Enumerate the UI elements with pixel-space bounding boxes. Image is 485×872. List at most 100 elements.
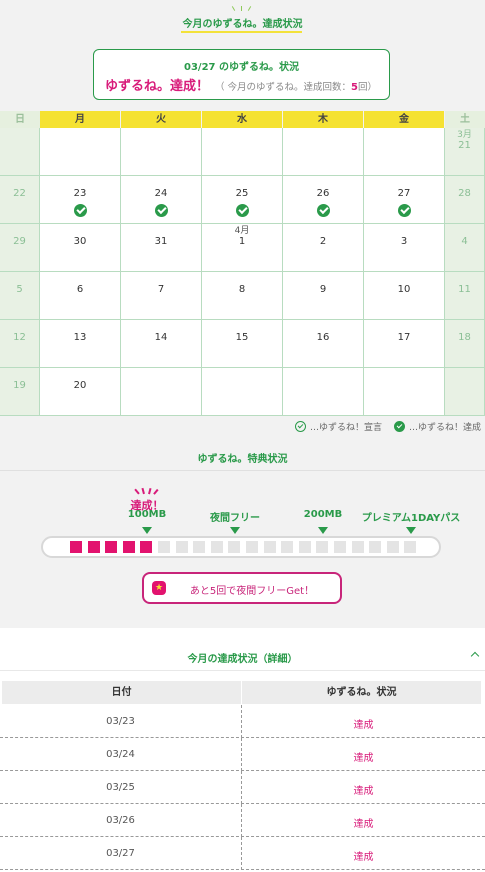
calendar-day <box>283 128 364 176</box>
progress-segment <box>334 541 346 553</box>
progress-segment <box>369 541 382 553</box>
calendar-day: 19 <box>0 368 40 416</box>
day-number: 31 <box>154 236 168 247</box>
calendar-day: 22 <box>0 176 40 224</box>
page-title: 今月のゆずるね。達成状況 <box>182 19 303 30</box>
day-number: 1 <box>238 236 246 247</box>
calendar-day: 27 <box>364 176 445 224</box>
sparkle-icon <box>134 484 159 495</box>
row-date: 03/26 <box>106 815 135 826</box>
calendar-day: 7 <box>121 272 202 320</box>
calendar-day <box>364 128 445 176</box>
day-number: 28 <box>458 188 471 199</box>
divider <box>0 670 485 671</box>
progress-segment <box>140 541 153 553</box>
day-number: 12 <box>13 332 26 343</box>
status-achieved-label: ゆずるね。達成！ <box>105 79 210 94</box>
legend-declared-label: …ゆずるね！宣言 <box>309 423 382 433</box>
column-header-status: ゆずるね。状況 <box>242 681 481 704</box>
progress-segment <box>316 541 329 553</box>
day-number: 19 <box>13 380 26 391</box>
calendar-legend: …ゆずるね！宣言 …ゆずるね！達成 <box>294 420 481 433</box>
row-date: 03/23 <box>106 716 135 727</box>
day-number: 13 <box>73 332 87 343</box>
calendar-day <box>0 128 40 176</box>
achieved-check-icon <box>235 204 249 217</box>
status-count-suffix: 回） <box>358 82 378 93</box>
day-number: 21 <box>458 140 471 151</box>
day-number: 29 <box>13 236 26 247</box>
table-row: 03/26 達成 <box>0 804 485 837</box>
day-number: 10 <box>397 284 411 295</box>
calendar-day: 4 <box>445 224 485 272</box>
day-number: 15 <box>235 332 249 343</box>
month-label: 4月 <box>234 226 250 236</box>
day-number: 23 <box>73 188 87 199</box>
row-date: 03/25 <box>106 782 135 793</box>
weekday-header: 金 <box>364 111 444 128</box>
calendar-day: 4月 1 <box>202 224 283 272</box>
calendar-day <box>445 368 485 416</box>
progress-segment <box>386 541 399 553</box>
calendar-day <box>283 368 364 416</box>
progress-segment <box>228 541 241 553</box>
next-bonus-button[interactable]: ★ あと5回で夜間フリーGet！ <box>142 572 342 604</box>
next-bonus-label: あと5回で夜間フリーGet！ <box>189 586 315 597</box>
status-count: （ 今月のゆずるね。達成回数：5回） <box>215 82 377 93</box>
detail-title[interactable]: 今月の達成状況（詳細） <box>0 650 485 665</box>
status-summary: ゆずるね。達成！ （ 今月のゆずるね。達成回数：5回） <box>105 75 377 94</box>
day-number: 6 <box>76 284 84 295</box>
weekday-header: 日 <box>0 111 40 128</box>
day-number: 20 <box>73 380 87 391</box>
table-row: 03/23 達成 <box>0 705 485 738</box>
progress-segment <box>70 541 82 553</box>
row-status: 達成 <box>353 720 374 731</box>
achieved-check-icon <box>73 204 87 217</box>
calendar-day: 31 <box>121 224 202 272</box>
weekday-header: 月 <box>40 111 120 128</box>
weekday-header: 木 <box>283 111 363 128</box>
milestone-marker-icon <box>142 527 152 534</box>
progress-segment <box>210 541 223 553</box>
weekday-header: 火 <box>121 111 201 128</box>
declared-check-icon <box>294 421 306 432</box>
day-number: 2 <box>319 236 327 247</box>
progress-segment <box>298 541 311 553</box>
calendar-day <box>202 128 283 176</box>
day-number: 18 <box>458 332 471 343</box>
day-number: 22 <box>13 188 26 199</box>
progress-segment <box>193 541 206 553</box>
progress-segment <box>351 541 364 553</box>
row-status: 達成 <box>353 852 374 863</box>
calendar-day <box>202 368 283 416</box>
daily-status-box: 03/27 のゆずるね。状況 ゆずるね。達成！ （ 今月のゆずるね。達成回数：5回… <box>93 49 390 100</box>
day-number: 14 <box>154 332 168 343</box>
progress-segment <box>281 541 294 553</box>
header: 今月のゆずるね。達成状況 <box>0 0 485 40</box>
day-number: 9 <box>319 284 327 295</box>
progress-segment <box>175 541 188 553</box>
divider <box>0 470 485 471</box>
calendar-day: 23 <box>40 176 121 224</box>
table-row: 03/24 達成 <box>0 738 485 771</box>
calendar-day: 13 <box>40 320 121 368</box>
row-status: 達成 <box>353 819 374 830</box>
calendar-day: 26 <box>283 176 364 224</box>
milestone-label: 200MB <box>303 509 343 520</box>
day-number: 4 <box>461 236 468 247</box>
calendar-day: 16 <box>283 320 364 368</box>
status-count-prefix: （ 今月のゆずるね。達成回数： <box>215 82 352 93</box>
calendar-day: 15 <box>202 320 283 368</box>
day-number: 11 <box>458 284 471 295</box>
calendar-day: 18 <box>445 320 485 368</box>
calendar-day: 20 <box>40 368 121 416</box>
calendar-day: 28 <box>445 176 485 224</box>
milestone-marker-icon <box>230 527 240 534</box>
weekday-header: 水 <box>202 111 282 128</box>
calendar-day: 5 <box>0 272 40 320</box>
calendar-day: 8 <box>202 272 283 320</box>
milestone-label: プレミアム1DAYパス <box>361 513 461 524</box>
sparkle-icon <box>230 6 254 14</box>
milestone-label: 夜間フリー <box>210 513 260 524</box>
day-number: 26 <box>316 188 330 199</box>
